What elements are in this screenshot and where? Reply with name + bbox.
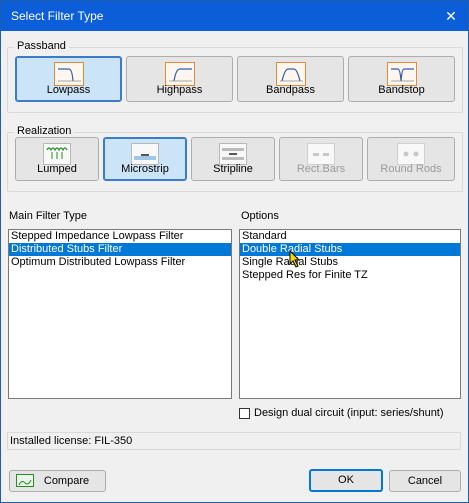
dialog-title: Select Filter Type bbox=[11, 9, 104, 23]
microstrip-icon bbox=[131, 143, 159, 165]
rect-bars-button[interactable]: Rect.Bars bbox=[279, 137, 363, 181]
title-bar: Select Filter Type ✕ bbox=[1, 1, 468, 31]
license-status: Installed license: FIL-350 bbox=[7, 432, 461, 450]
lowpass-button[interactable]: Lowpass bbox=[15, 56, 122, 102]
lumped-button[interactable]: Lumped bbox=[15, 137, 99, 181]
passband-label: Passband bbox=[14, 40, 69, 52]
lowpass-label: Lowpass bbox=[46, 84, 91, 96]
list-item[interactable]: Stepped Impedance Lowpass Filter bbox=[9, 230, 231, 243]
ok-label: OK bbox=[338, 474, 354, 486]
bandpass-label: Bandpass bbox=[266, 84, 315, 96]
list-item[interactable]: Standard bbox=[240, 230, 460, 243]
mouse-pointer-icon bbox=[289, 250, 301, 268]
options-label: Options bbox=[241, 210, 279, 222]
main-filter-type-list[interactable]: Stepped Impedance Lowpass Filter Distrib… bbox=[8, 229, 232, 399]
cancel-button[interactable]: Cancel bbox=[389, 470, 461, 492]
list-item[interactable]: Single Radial Stubs bbox=[240, 256, 460, 269]
options-list[interactable]: Standard Double Radial Stubs Single Radi… bbox=[239, 229, 461, 399]
lumped-icon bbox=[43, 143, 71, 165]
main-filter-type-label: Main Filter Type bbox=[9, 210, 88, 222]
microstrip-label: Microstrip bbox=[121, 163, 169, 175]
cancel-label: Cancel bbox=[407, 475, 443, 487]
microstrip-button[interactable]: Microstrip bbox=[103, 137, 187, 181]
highpass-label: Highpass bbox=[156, 84, 203, 96]
design-dual-checkbox[interactable] bbox=[239, 408, 250, 419]
lumped-label: Lumped bbox=[37, 163, 77, 175]
ok-button[interactable]: OK bbox=[309, 469, 383, 492]
design-dual-label[interactable]: Design dual circuit (input: series/shunt… bbox=[254, 407, 444, 419]
compare-icon bbox=[16, 474, 34, 487]
stripline-label: Stripline bbox=[213, 163, 253, 175]
highpass-button[interactable]: Highpass bbox=[126, 56, 233, 102]
list-item[interactable]: Stepped Res for Finite TZ bbox=[240, 269, 460, 282]
rect-bars-icon bbox=[307, 143, 335, 165]
bandpass-response-icon bbox=[275, 62, 306, 86]
close-icon[interactable]: ✕ bbox=[442, 7, 460, 25]
compare-label: Compare bbox=[43, 475, 90, 487]
round-rods-label: Round Rods bbox=[380, 163, 442, 175]
lowpass-response-icon bbox=[53, 62, 84, 86]
stripline-icon bbox=[219, 143, 247, 165]
bandstop-button[interactable]: Bandstop bbox=[348, 56, 455, 102]
compare-button[interactable]: Compare bbox=[9, 470, 106, 492]
bandstop-label: Bandstop bbox=[378, 84, 425, 96]
stripline-button[interactable]: Stripline bbox=[191, 137, 275, 181]
round-rods-button[interactable]: Round Rods bbox=[367, 137, 455, 181]
rect-bars-label: Rect.Bars bbox=[296, 163, 346, 175]
bandstop-response-icon bbox=[386, 62, 417, 86]
bandpass-button[interactable]: Bandpass bbox=[237, 56, 344, 102]
license-text: Installed license: FIL-350 bbox=[10, 435, 133, 447]
realization-label: Realization bbox=[14, 125, 75, 137]
list-item-selected[interactable]: Distributed Stubs Filter bbox=[9, 243, 231, 256]
round-rods-icon bbox=[397, 143, 425, 165]
select-filter-type-dialog: Select Filter Type ✕ Passband Lowpass Hi… bbox=[0, 0, 469, 503]
list-item[interactable]: Optimum Distributed Lowpass Filter bbox=[9, 256, 231, 269]
list-item-selected[interactable]: Double Radial Stubs bbox=[240, 243, 460, 256]
highpass-response-icon bbox=[164, 62, 195, 86]
